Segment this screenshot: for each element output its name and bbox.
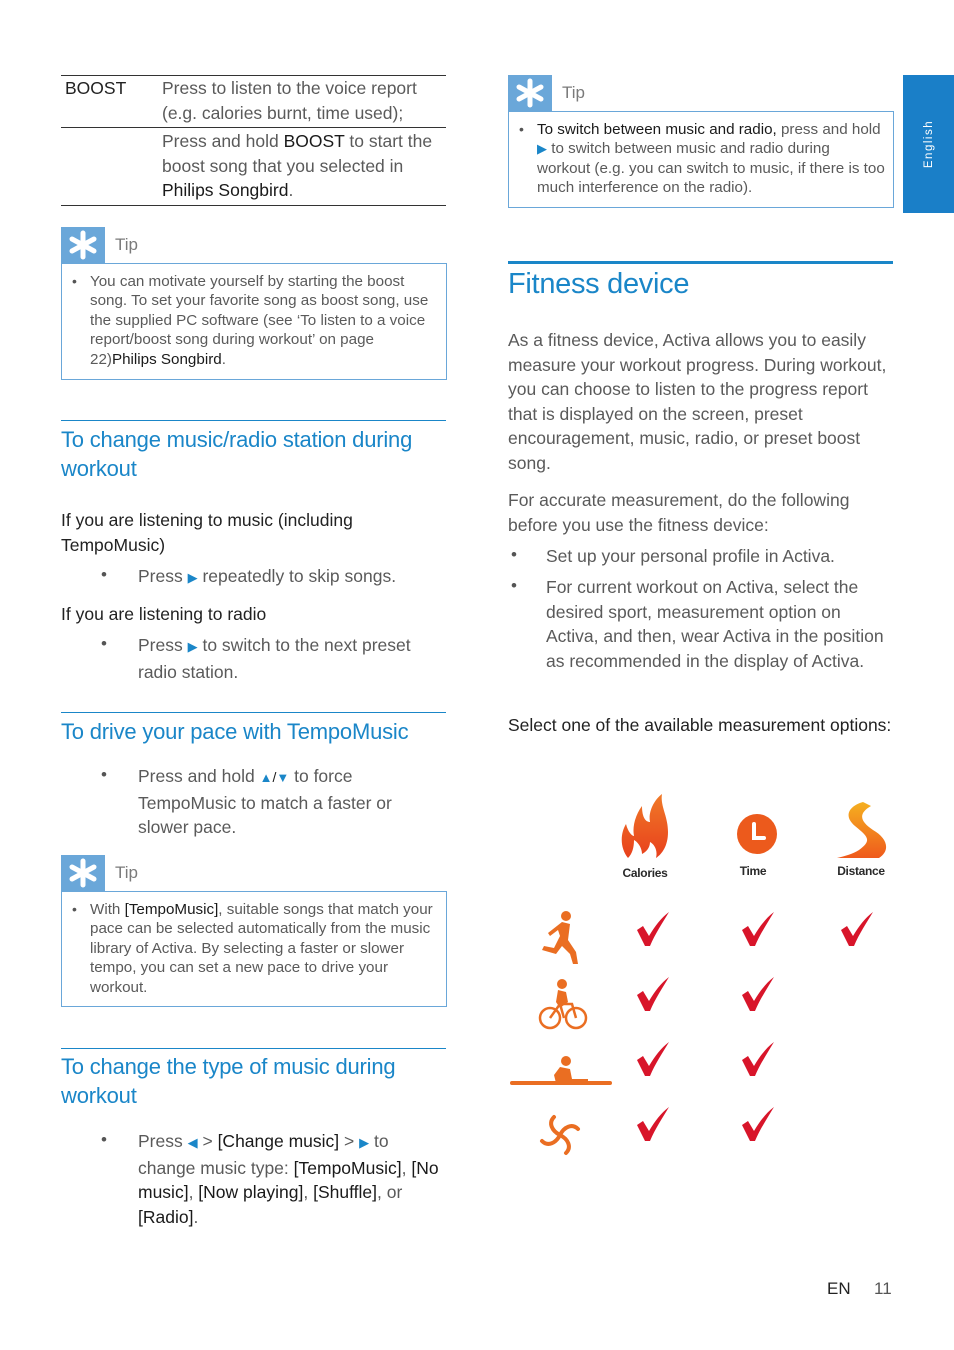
language-tab-label: English xyxy=(922,119,935,169)
fitness-para1: As a fitness device, Activa allows you t… xyxy=(508,330,887,473)
section-rule xyxy=(61,1048,446,1049)
boost-row1-text: Press to listen to the voice report (e.g… xyxy=(162,78,417,123)
check-other-time xyxy=(742,1107,774,1141)
column-label-time: Time xyxy=(739,864,767,878)
section-heading-music-type: To change the type of music during worko… xyxy=(61,1054,396,1108)
time-clock-icon xyxy=(737,814,777,854)
tip2-label: Tip xyxy=(115,863,138,882)
boost-key: BOOST xyxy=(65,78,127,98)
check-running-distance xyxy=(841,912,873,946)
tip3-label: Tip xyxy=(562,83,585,102)
calories-flame-icon xyxy=(621,794,668,858)
table-mid-rule xyxy=(61,127,446,128)
tip-asterisk-icon xyxy=(61,855,105,891)
tip-asterisk-icon xyxy=(508,75,552,111)
check-other-calories xyxy=(637,1107,669,1141)
bullet: • xyxy=(101,634,107,653)
language-tab: English xyxy=(903,75,954,213)
check-running-time xyxy=(742,912,774,946)
music-intro: If you are listening to music (including… xyxy=(61,510,353,555)
footer-language: EN xyxy=(827,1279,851,1298)
tip1-label: Tip xyxy=(115,235,138,254)
column-label-calories: Calories xyxy=(622,866,668,880)
down-arrow-icon: ▼ xyxy=(276,770,290,785)
tip3-box: • To switch between music and radio, pre… xyxy=(508,111,894,208)
bullet: • xyxy=(101,1130,107,1149)
up-arrow-icon: ▲ xyxy=(259,770,273,785)
play-next-icon: ▶ xyxy=(359,1135,370,1150)
check-rowing-calories xyxy=(637,1042,669,1076)
other-sport-icon xyxy=(540,1115,580,1155)
tip1-box: • You can motivate yourself by starting … xyxy=(61,263,447,380)
tempo-bullet-text: Press and hold ▲/▼ to force TempoMusic t… xyxy=(138,766,392,838)
music-type-bullet-text: Press ◀ > [Change music] > ▶ to change m… xyxy=(138,1131,439,1227)
check-rowing-time xyxy=(742,1042,774,1076)
rowing-icon xyxy=(510,1056,612,1085)
fitness-para2: For accurate measurement, do the followi… xyxy=(508,490,850,535)
radio-intro: If you are listening to radio xyxy=(61,604,267,624)
music-bullet-text: Press ▶ repeatedly to skip songs. xyxy=(138,566,397,586)
section-rule xyxy=(61,420,446,421)
bullet: • xyxy=(72,273,77,289)
section-heading-change-station: To change music/radio station during wor… xyxy=(61,427,413,481)
check-running-calories xyxy=(637,912,669,946)
distance-road-icon xyxy=(837,802,887,858)
select-options-text: Select one of the available measurement … xyxy=(508,715,892,735)
column-label-distance: Distance xyxy=(837,864,885,878)
chapter-title: Fitness device xyxy=(508,268,690,300)
table-bottom-rule xyxy=(61,205,446,206)
page-number: 11 xyxy=(874,1279,892,1298)
left-arrow-icon: ◀ xyxy=(187,1135,198,1150)
play-next-icon: ▶ xyxy=(187,570,198,585)
tip3-header: Tip xyxy=(508,75,585,111)
chapter-rule xyxy=(508,261,893,264)
bullet: • xyxy=(511,576,517,595)
bullet: • xyxy=(72,901,77,917)
fitness-bullet-2: For current workout on Activa, select th… xyxy=(546,577,884,671)
check-cycling-calories xyxy=(637,977,669,1011)
play-next-icon: ▶ xyxy=(187,639,198,654)
tip2-header: Tip xyxy=(61,855,138,891)
tip-asterisk-icon xyxy=(61,227,105,263)
bullet: • xyxy=(101,565,107,584)
running-icon xyxy=(542,911,578,964)
tip2-box: • With [TempoMusic], suitable songs that… xyxy=(61,891,447,1007)
cycling-icon xyxy=(538,979,588,1030)
bullet: • xyxy=(511,545,517,564)
tip1-header: Tip xyxy=(61,227,138,263)
bullet: • xyxy=(519,121,524,137)
section-rule xyxy=(61,712,446,713)
section-heading-tempo: To drive your pace with TempoMusic xyxy=(61,719,409,744)
play-next-icon: ▶ xyxy=(537,141,547,157)
measurement-grid: Calories Time Distance xyxy=(505,780,900,1170)
bullet: • xyxy=(101,765,107,784)
check-cycling-time xyxy=(742,977,774,1011)
radio-bullet-text: Press ▶ to switch to the next preset rad… xyxy=(138,635,411,682)
fitness-bullet-1: Set up your personal profile in Activa. xyxy=(546,546,835,566)
boost-row2-text: Press and hold BOOST to start the boost … xyxy=(162,131,433,201)
